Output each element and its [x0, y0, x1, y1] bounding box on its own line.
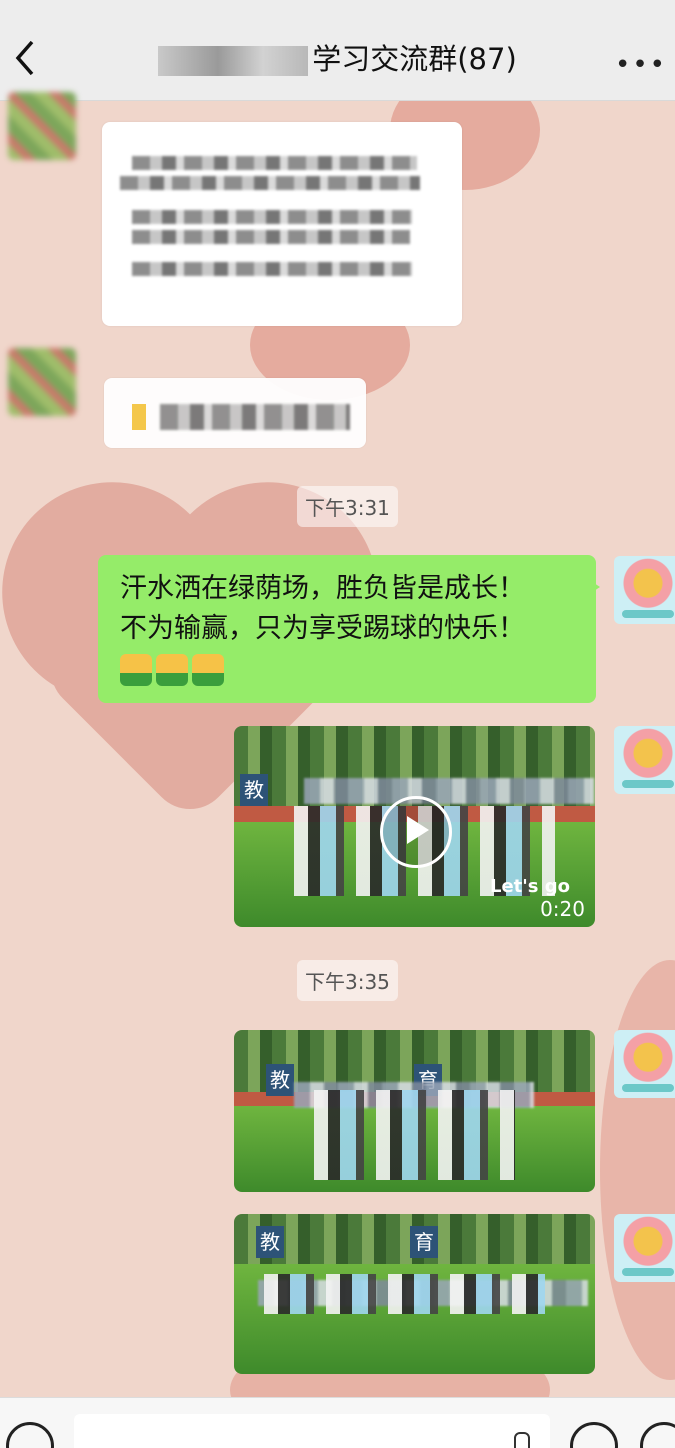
self-avatar[interactable] — [614, 556, 675, 624]
photo-message[interactable]: 教 育 — [234, 1214, 595, 1374]
message-line: 汗水洒在绿荫场，胜负皆是成长！ — [120, 573, 525, 604]
play-icon[interactable] — [380, 796, 452, 868]
voice-icon[interactable] — [6, 1422, 54, 1448]
emoji-icon[interactable] — [570, 1422, 618, 1448]
blurred-text — [132, 230, 410, 244]
masked-title-prefix — [158, 46, 309, 76]
chat-title: 学习交流群(87) — [0, 36, 675, 78]
blurred-text — [132, 262, 412, 276]
avatar[interactable] — [8, 92, 76, 160]
chat-title-text: 学习交流群(87) — [312, 42, 517, 76]
school-sign: 育 — [410, 1226, 438, 1258]
timestamp: 下午3:31 — [297, 486, 398, 527]
outgoing-text-bubble[interactable]: 汗水洒在绿荫场，胜负皆是成长！ 不为输赢，只为享受踢球的快乐！ — [98, 555, 600, 703]
plus-icon[interactable] — [640, 1422, 675, 1448]
more-horizontal-icon[interactable]: ••• — [615, 50, 667, 80]
school-sign: 教 — [266, 1064, 294, 1096]
thumbs-up-icon — [120, 653, 152, 686]
blurred-faces — [304, 778, 594, 804]
video-duration: 0:20 — [540, 897, 585, 921]
avatar[interactable] — [8, 348, 76, 416]
blurred-text — [132, 156, 417, 170]
video-message[interactable]: 教 Let's go 0:20 — [234, 726, 595, 927]
emoji-icon — [132, 404, 146, 430]
microphone-icon[interactable] — [514, 1432, 530, 1448]
timestamp: 下午3:35 — [297, 960, 398, 1001]
school-sign: 教 — [256, 1226, 284, 1258]
blurred-text — [120, 176, 420, 190]
message-input[interactable] — [74, 1414, 550, 1448]
self-avatar[interactable] — [614, 1214, 675, 1282]
message-bubble[interactable] — [104, 378, 366, 448]
input-bar — [0, 1397, 675, 1448]
video-overlay-text: Let's go — [490, 876, 571, 897]
players — [314, 1090, 515, 1180]
self-avatar[interactable] — [614, 726, 675, 794]
emoji-row — [120, 649, 574, 689]
players — [264, 1274, 545, 1314]
thumbs-up-icon — [156, 653, 188, 686]
photo-message[interactable]: 教 育 — [234, 1030, 595, 1192]
blurred-text — [160, 404, 350, 430]
school-sign: 教 — [240, 774, 268, 806]
chat-area[interactable]: 下午3:31 汗水洒在绿荫场，胜负皆是成长！ 不为输赢，只为享受踢球的快乐！ 教… — [0, 92, 675, 1397]
blurred-text — [132, 210, 412, 224]
thumbs-up-icon — [192, 653, 224, 686]
self-avatar[interactable] — [614, 1030, 675, 1098]
message-line: 不为输赢，只为享受踢球的快乐！ — [120, 613, 525, 644]
chat-header: 学习交流群(87) ••• — [0, 0, 675, 101]
message-card[interactable] — [102, 122, 462, 326]
